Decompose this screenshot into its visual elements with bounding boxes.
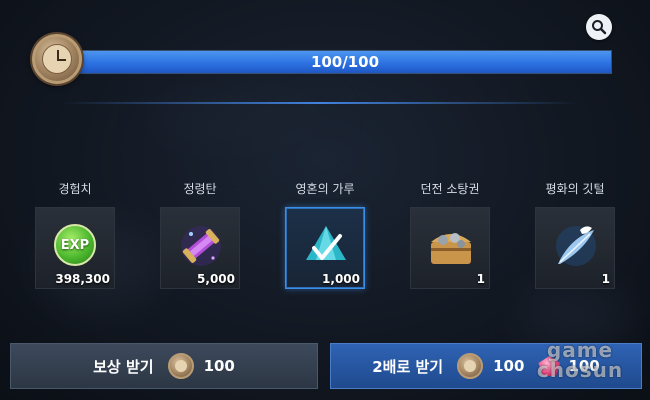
soul-powder-crystal-icon — [300, 220, 352, 272]
item-count: 1 — [601, 272, 610, 286]
divider-glow — [60, 102, 580, 104]
item-label: 영혼의 가루 — [295, 182, 355, 196]
item-slot-selected[interactable]: 1,000 — [285, 207, 365, 289]
item-label: 평화의 깃털 — [545, 182, 605, 196]
item-count: 1 — [476, 272, 485, 286]
item-label: 경험치 — [58, 182, 92, 196]
timer-progress-text: 100/100 — [310, 53, 380, 71]
timer-row: 100/100 — [28, 32, 616, 92]
background-blur — [150, 90, 330, 150]
double-button-label: 2배로 받기 — [372, 357, 444, 376]
item-count: 1,000 — [322, 272, 360, 286]
item-count: 5,000 — [197, 272, 235, 286]
reward-item-dungeon-ticket[interactable]: 던전 소탕권 1 — [405, 180, 495, 295]
reward-item-exp[interactable]: 경험치 EXP 398,300 — [30, 180, 120, 295]
item-count: 398,300 — [55, 272, 110, 286]
item-label: 정령탄 — [183, 182, 217, 196]
reward-item-spirit-bullet[interactable]: 정령탄 5,000 — [155, 180, 245, 295]
dungeon-chest-icon — [425, 220, 477, 272]
item-slot[interactable]: 1 — [410, 207, 490, 289]
peace-feather-icon — [550, 220, 602, 272]
timer-progress-bar: 100/100 — [78, 50, 612, 74]
claim-button-cost: 100 — [203, 357, 235, 375]
watermark-logo: game chosun — [536, 338, 624, 382]
reward-item-peace-feather[interactable]: 평화의 깃털 1 — [530, 180, 620, 295]
clock-icon — [32, 34, 82, 84]
claim-button-label: 보상 받기 — [93, 357, 154, 376]
spirit-bullet-scroll-icon — [175, 220, 227, 272]
item-slot[interactable]: 1 — [535, 207, 615, 289]
clock-coin-icon — [457, 353, 484, 379]
clock-coin-icon — [167, 353, 194, 379]
exp-orb-icon: EXP — [50, 220, 102, 272]
item-slot[interactable]: EXP 398,300 — [35, 207, 115, 289]
reward-item-soul-powder[interactable]: 영혼의 가루 1,000 — [280, 180, 370, 295]
item-label: 던전 소탕권 — [420, 182, 480, 196]
claim-reward-button[interactable]: 보상 받기 100 — [10, 343, 318, 389]
reward-items: 경험치 EXP 398,300 정령탄 5,000 영혼의 가루 1,000 던… — [30, 180, 630, 295]
item-slot[interactable]: 5,000 — [160, 207, 240, 289]
